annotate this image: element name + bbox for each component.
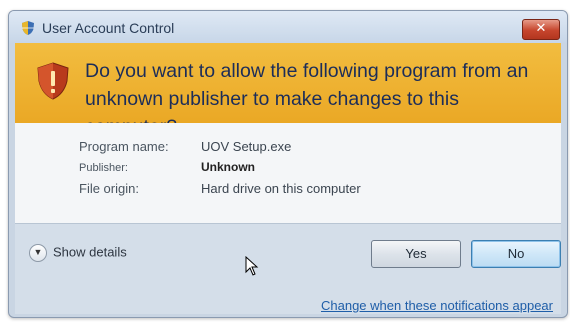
show-details-toggle[interactable]: ▼ Show details	[29, 244, 127, 264]
warning-shield-icon	[37, 62, 69, 100]
file-origin-label: File origin:	[79, 181, 139, 196]
program-name-value: UOV Setup.exe	[201, 139, 292, 154]
uac-dialog: User Account Control ✕ Do you want to al…	[8, 10, 568, 318]
uac-shield-icon	[22, 21, 34, 35]
program-name-label: Program name:	[79, 139, 169, 154]
notification-settings-link[interactable]: Change when these notifications appear	[321, 298, 553, 313]
show-details-label: Show details	[53, 244, 127, 260]
chevron-down-icon[interactable]: ▼	[29, 244, 47, 262]
window-title: User Account Control	[42, 20, 175, 36]
no-button[interactable]: No	[471, 240, 561, 268]
dialog-footer: ▼ Show details Yes No Change when these n…	[15, 223, 561, 314]
warning-banner: Do you want to allow the following progr…	[15, 43, 561, 138]
publisher-value: Unknown	[201, 160, 255, 174]
publisher-label: Publisher:	[79, 162, 128, 174]
program-details: Program name: UOV Setup.exe Publisher: U…	[15, 123, 561, 223]
file-origin-value: Hard drive on this computer	[201, 181, 361, 196]
mouse-cursor-icon	[245, 256, 259, 276]
close-button[interactable]: ✕	[522, 19, 560, 40]
title-bar[interactable]: User Account Control ✕	[9, 11, 567, 43]
yes-button[interactable]: Yes	[371, 240, 461, 268]
